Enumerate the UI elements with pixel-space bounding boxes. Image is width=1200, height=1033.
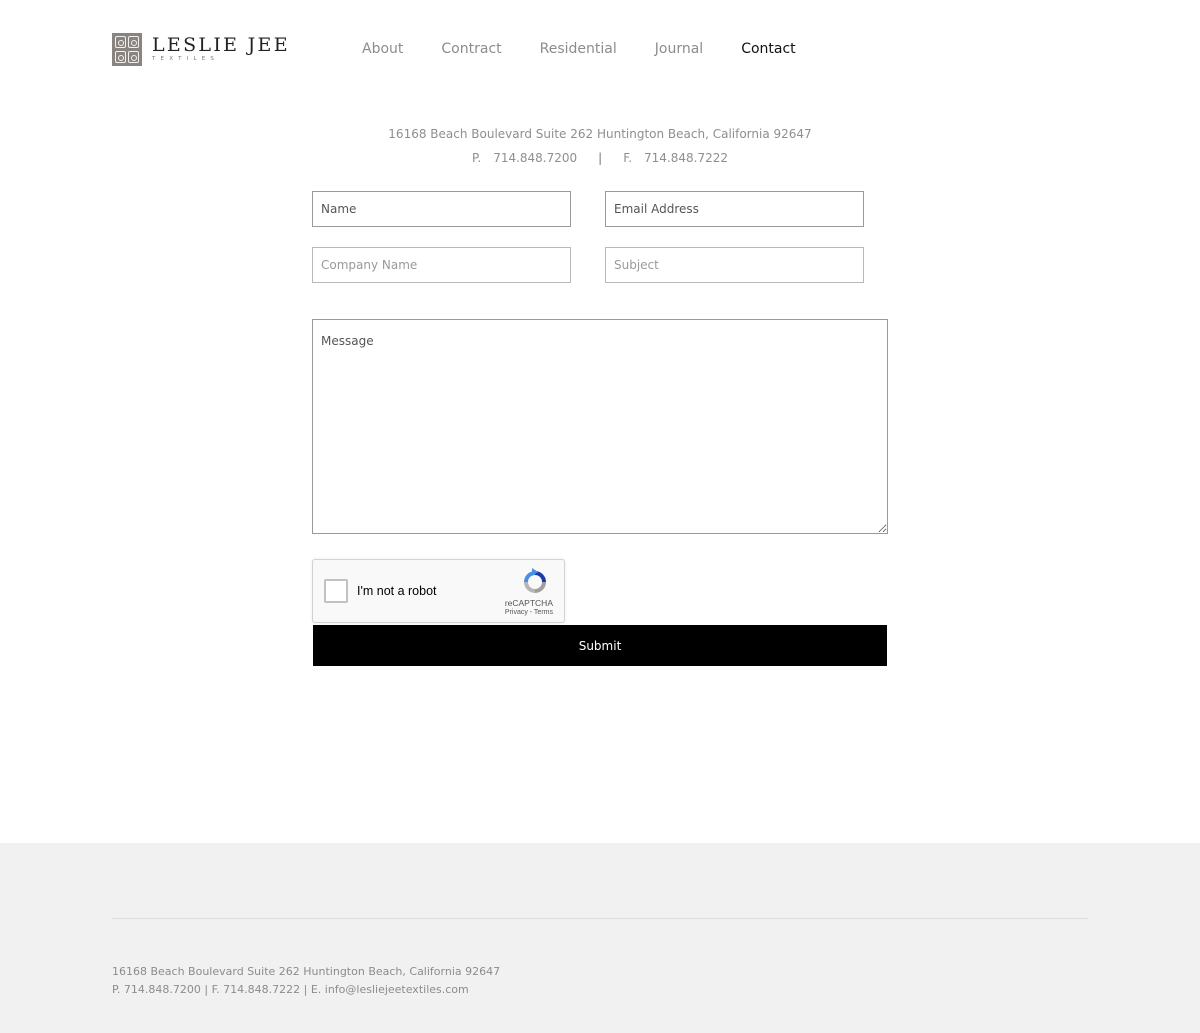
name-input[interactable] [312, 191, 571, 227]
contact-phones: P. 714.848.7200 | F. 714.848.7222 [0, 150, 1200, 166]
recaptcha-label: I'm not a robot [357, 584, 437, 598]
nav-item-contract[interactable]: Contract [441, 40, 501, 58]
nav-item-residential[interactable]: Residential [540, 40, 617, 58]
site-footer: 16168 Beach Boulevard Suite 262 Huntingt… [0, 843, 1200, 1033]
logo-wordmark: LESLIE JEE TEXTILES [152, 36, 290, 63]
contact-address: 16168 Beach Boulevard Suite 262 Huntingt… [388, 127, 812, 141]
recaptcha-checkbox[interactable] [324, 579, 348, 603]
contact-info: 16168 Beach Boulevard Suite 262 Huntingt… [0, 126, 1200, 166]
logo-emblem-icon [112, 33, 142, 66]
site-header: LESLIE JEE TEXTILES About Contract Resid… [0, 0, 1200, 100]
brand-name: LESLIE JEE [152, 34, 290, 57]
main-nav: About Contract Residential Journal Conta… [362, 40, 834, 58]
email-input[interactable] [605, 191, 864, 227]
fax-number: 714.848.7222 [644, 151, 728, 165]
footer-address: 16168 Beach Boulevard Suite 262 Huntingt… [112, 965, 501, 978]
brand-tagline: TEXTILES [152, 56, 220, 63]
fax-label: F. [623, 151, 633, 165]
recaptcha-privacy-terms-link[interactable]: Privacy - Terms [505, 609, 553, 616]
recaptcha-widget: I'm not a robot reCAPTCHA Privacy - Term… [312, 559, 565, 623]
subject-input[interactable] [605, 247, 864, 283]
phone-number: 714.848.7200 [493, 151, 578, 165]
footer-divider [112, 918, 1088, 919]
phone-label: P. [472, 151, 482, 165]
phone-separator: | [598, 151, 603, 165]
nav-item-contact[interactable]: Contact [741, 40, 795, 58]
nav-item-about[interactable]: About [362, 40, 403, 58]
recaptcha-logo-icon [524, 568, 546, 593]
nav-item-journal[interactable]: Journal [655, 40, 703, 58]
recaptcha-brand: reCAPTCHA [504, 598, 553, 608]
footer-contact-line: P. 714.848.7200 | F. 714.848.7222 | E. i… [112, 983, 469, 996]
message-textarea[interactable] [312, 319, 888, 534]
submit-button[interactable]: Submit [313, 625, 887, 666]
brand-logo[interactable]: LESLIE JEE TEXTILES [112, 33, 290, 66]
company-name-input[interactable] [312, 247, 571, 283]
